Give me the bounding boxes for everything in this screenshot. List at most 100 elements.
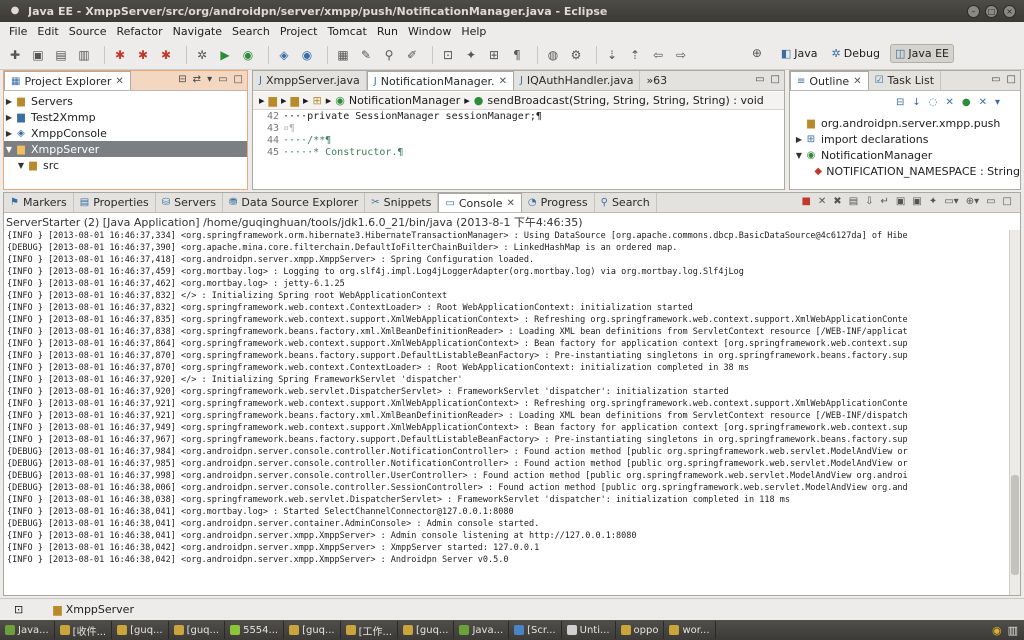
tab-task-list[interactable]: ☑ Task List (869, 71, 942, 90)
package-icon[interactable]: ▆ (269, 94, 277, 107)
view-menu-icon[interactable]: ▾ (207, 74, 212, 85)
link-editor-icon[interactable]: ⇄ (193, 74, 201, 85)
block-select-icon[interactable]: ⊞ (485, 46, 503, 64)
new-class-icon[interactable]: ◉ (298, 46, 316, 64)
minimize-button[interactable]: – (967, 4, 980, 18)
taskbar-item[interactable]: Java... (0, 621, 55, 639)
tab-notificationmanager-java[interactable]: J NotificationManager. ✕ (366, 71, 514, 90)
wizard-icon[interactable]: ⚙ (567, 46, 585, 64)
taskbar-item[interactable]: [guq... (284, 621, 341, 639)
collapse-all-icon[interactable]: ⊟ (896, 97, 904, 108)
breadcrumb-method[interactable]: sendBroadcast(String, String, String, St… (487, 94, 763, 107)
tab-progress[interactable]: ◔ Progress (522, 193, 595, 212)
outline-item-field[interactable]: ◆ NOTIFICATION_NAMESPACE : String (794, 163, 1020, 179)
globe-icon[interactable]: ◍ (544, 46, 562, 64)
expand-arrow-icon[interactable]: ▶ (794, 135, 804, 144)
sort-icon[interactable]: ↓ (912, 97, 920, 108)
menu-navigate[interactable]: Navigate (168, 25, 227, 38)
menu-window[interactable]: Window (403, 25, 456, 38)
taskbar-item[interactable]: wor... (664, 621, 716, 639)
tomcat-restart-icon[interactable]: ✱ (157, 46, 175, 64)
menu-help[interactable]: Help (456, 25, 491, 38)
crumb-arrow-icon[interactable]: ▸ (281, 94, 287, 107)
crumb-arrow-icon[interactable]: ▸ (464, 94, 470, 107)
tree-item-xmppconsole[interactable]: ▶ ◈ XmppConsole (4, 125, 247, 141)
fast-view-icon[interactable]: ⊡ (14, 603, 23, 616)
pin-console-icon[interactable]: ✦ (929, 196, 937, 207)
crumb-arrow-icon[interactable]: ▸ (326, 94, 332, 107)
run-icon[interactable]: ▶ (216, 46, 234, 64)
prev-annotation-icon[interactable]: ⇡ (626, 46, 644, 64)
tab-outline[interactable]: ≡ Outline ✕ (790, 71, 869, 90)
status-item[interactable]: ▆ XmppServer (53, 603, 134, 616)
show-when-stderr-icon[interactable]: ▣ (912, 196, 921, 207)
debug-icon[interactable]: ✲ (193, 46, 211, 64)
menu-project[interactable]: Project (275, 25, 323, 38)
perspective-java[interactable]: ◧ Java (777, 44, 822, 63)
outline-item-imports[interactable]: ▶ ⊞ import declarations (794, 131, 1020, 147)
save-icon[interactable]: ▣ (29, 46, 47, 64)
tab-properties[interactable]: ▤ Properties (74, 193, 156, 212)
next-annotation-icon[interactable]: ⇣ (603, 46, 621, 64)
tab-markers[interactable]: ⚑ Markers (4, 193, 74, 212)
perspective-debug[interactable]: ✲ Debug (828, 44, 884, 63)
taskbar-item[interactable]: Java... (454, 621, 510, 639)
tab-console[interactable]: ▭ Console ✕ (438, 193, 522, 212)
taskbar-item[interactable]: [工作... (341, 621, 398, 639)
menu-source[interactable]: Source (64, 25, 112, 38)
hide-nonpublic-icon[interactable]: ● (962, 97, 971, 108)
more-tabs-button[interactable]: »63 (640, 71, 673, 90)
open-console-icon[interactable]: ⊕▾ (966, 196, 979, 207)
search-icon[interactable]: ⚲ (380, 46, 398, 64)
menu-search[interactable]: Search (227, 25, 275, 38)
compilation-unit-icon[interactable]: ⊞ (313, 94, 322, 107)
new-icon[interactable]: ✚ (6, 46, 24, 64)
collapse-arrow-icon[interactable]: ▼ (794, 151, 804, 160)
console-scrollbar[interactable] (1009, 230, 1020, 595)
taskbar-item[interactable]: [guq... (169, 621, 226, 639)
clear-console-icon[interactable]: ▤ (849, 196, 858, 207)
remove-launch-icon[interactable]: ✕ (818, 196, 826, 207)
chrome-icon[interactable]: ◉ (992, 624, 1002, 637)
console-output[interactable]: {INFO } [2013-08-01 16:46:37,334] <org.s… (4, 230, 1008, 595)
menu-refactor[interactable]: Refactor (112, 25, 168, 38)
menu-tomcat[interactable]: Tomcat (322, 25, 371, 38)
tomcat-start-icon[interactable]: ✱ (111, 46, 129, 64)
maximize-view-icon[interactable]: □ (234, 74, 243, 85)
menu-file[interactable]: File (4, 25, 32, 38)
back-icon[interactable]: ⇦ (649, 46, 667, 64)
scroll-lock-icon[interactable]: ⇩ (865, 196, 873, 207)
menu-run[interactable]: Run (372, 25, 403, 38)
tree-item-src[interactable]: ▼ ▆ src (4, 157, 247, 173)
menu-edit[interactable]: Edit (32, 25, 63, 38)
close-icon[interactable]: ✕ (507, 198, 515, 209)
crumb-arrow-icon[interactable]: ▸ (303, 94, 309, 107)
tab-search[interactable]: ⚲ Search (595, 193, 657, 212)
taskbar-item[interactable]: [guq... (112, 621, 169, 639)
minimize-view-icon[interactable]: ▭ (755, 74, 764, 85)
trash-icon[interactable]: ▥ (1008, 624, 1018, 637)
hide-local-types-icon[interactable]: ✕ (979, 97, 987, 108)
view-menu-icon[interactable]: ▾ (995, 97, 1000, 108)
open-perspective-icon[interactable]: ⊕ (748, 44, 766, 62)
remove-all-terminated-icon[interactable]: ✖ (833, 196, 841, 207)
code-area[interactable]: 42 ····private SessionManager sessionMan… (253, 111, 784, 189)
scrollbar-thumb[interactable] (1011, 475, 1019, 575)
tab-data-source-explorer[interactable]: ⛃ Data Source Explorer (223, 193, 366, 212)
taskbar-item[interactable]: [guq... (398, 621, 455, 639)
hide-static-icon[interactable]: ✕ (945, 97, 953, 108)
close-button[interactable]: × (1003, 4, 1016, 18)
tree-item-xmppserver[interactable]: ▼ ▆ XmppServer (4, 141, 247, 157)
tab-project-explorer[interactable]: ▦ Project Explorer ✕ (4, 71, 131, 90)
tab-servers[interactable]: ⛁ Servers (156, 193, 223, 212)
forward-icon[interactable]: ⇨ (672, 46, 690, 64)
open-task-icon[interactable]: ✎ (357, 46, 375, 64)
new-java-project-icon[interactable]: ◈ (275, 46, 293, 64)
save-all-icon[interactable]: ▤ (52, 46, 70, 64)
minimize-view-icon[interactable]: ▭ (991, 74, 1000, 85)
taskbar-item[interactable]: oppo (616, 621, 665, 639)
open-type-icon[interactable]: ▦ (334, 46, 352, 64)
close-icon[interactable]: ✕ (853, 76, 861, 87)
close-icon[interactable]: ✕ (499, 76, 507, 87)
display-console-icon[interactable]: ▭▾ (944, 196, 958, 207)
